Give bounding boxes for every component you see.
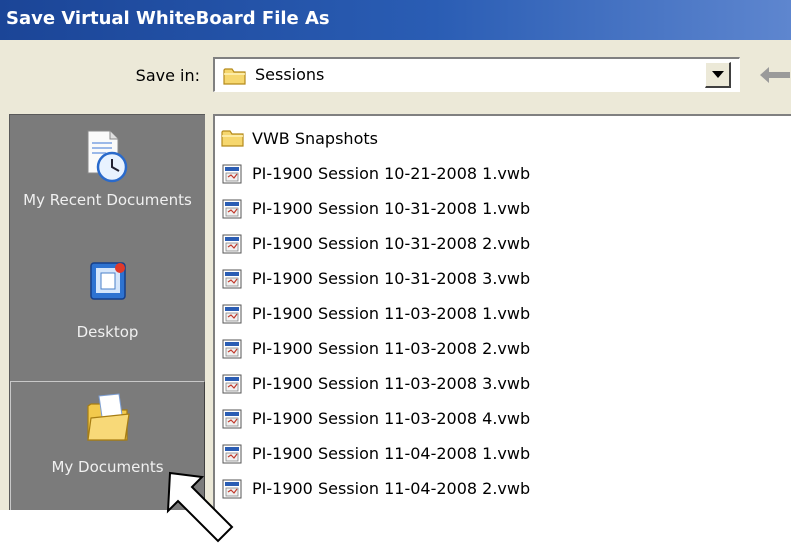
- vwb-file-icon: [222, 199, 242, 219]
- my-documents-folder-icon: [87, 393, 130, 441]
- file-name: PI-1900 Session 11-03-2008 1.vwb: [252, 304, 531, 323]
- file-name: PI-1900 Session 10-31-2008 1.vwb: [252, 199, 531, 218]
- recent-documents-icon: [87, 130, 128, 183]
- places-bar: My Recent Documents Desktop My Documents: [9, 114, 205, 510]
- dialog-title: Save Virtual WhiteBoard File As: [6, 8, 330, 29]
- places-recent-label: My Recent Documents: [23, 191, 192, 209]
- file-name: VWB Snapshots: [252, 129, 378, 148]
- places-recent-documents[interactable]: My Recent Documents: [10, 115, 205, 249]
- places-desktop-label: Desktop: [76, 323, 139, 341]
- vwb-file-icon: [222, 409, 242, 429]
- back-arrow-icon[interactable]: [760, 66, 790, 88]
- vwb-file-icon: [222, 164, 242, 184]
- pointer-arrow-icon: [166, 471, 234, 543]
- file-name: PI-1900 Session 11-03-2008 2.vwb: [252, 339, 531, 358]
- save-in-dropdown[interactable]: Sessions: [213, 57, 740, 92]
- file-name: PI-1900 Session 10-21-2008 1.vwb: [252, 164, 531, 183]
- save-in-value: Sessions: [255, 65, 325, 84]
- chevron-down-icon: [712, 71, 724, 78]
- white-margin: [0, 510, 791, 559]
- dropdown-arrow-button[interactable]: [705, 62, 731, 88]
- vwb-file-icon: [222, 269, 242, 289]
- save-as-dialog: Save Virtual WhiteBoard File As Save in:…: [0, 0, 791, 510]
- vwb-file-icon: [222, 339, 242, 359]
- file-name: PI-1900 Session 11-04-2008 2.vwb: [252, 479, 531, 498]
- folder-icon: [223, 66, 247, 90]
- folder-icon: [221, 130, 244, 147]
- vwb-file-icon: [222, 234, 242, 254]
- file-name: PI-1900 Session 10-31-2008 2.vwb: [252, 234, 531, 253]
- vwb-file-icon: [222, 444, 242, 464]
- file-name: PI-1900 Session 11-03-2008 3.vwb: [252, 374, 531, 393]
- file-name: PI-1900 Session 11-03-2008 4.vwb: [252, 409, 531, 428]
- save-in-label: Save in:: [135, 66, 200, 85]
- desktop-icon: [90, 262, 126, 300]
- vwb-file-icon: [222, 374, 242, 394]
- places-desktop[interactable]: Desktop: [10, 249, 205, 379]
- file-name: PI-1900 Session 10-31-2008 3.vwb: [252, 269, 531, 288]
- file-list[interactable]: VWB Snapshots PI-1900 Session 10-21-2008…: [213, 114, 791, 510]
- title-bar[interactable]: Save Virtual WhiteBoard File As: [0, 0, 791, 40]
- file-name: PI-1900 Session 11-04-2008 1.vwb: [252, 444, 531, 463]
- vwb-file-icon: [222, 304, 242, 324]
